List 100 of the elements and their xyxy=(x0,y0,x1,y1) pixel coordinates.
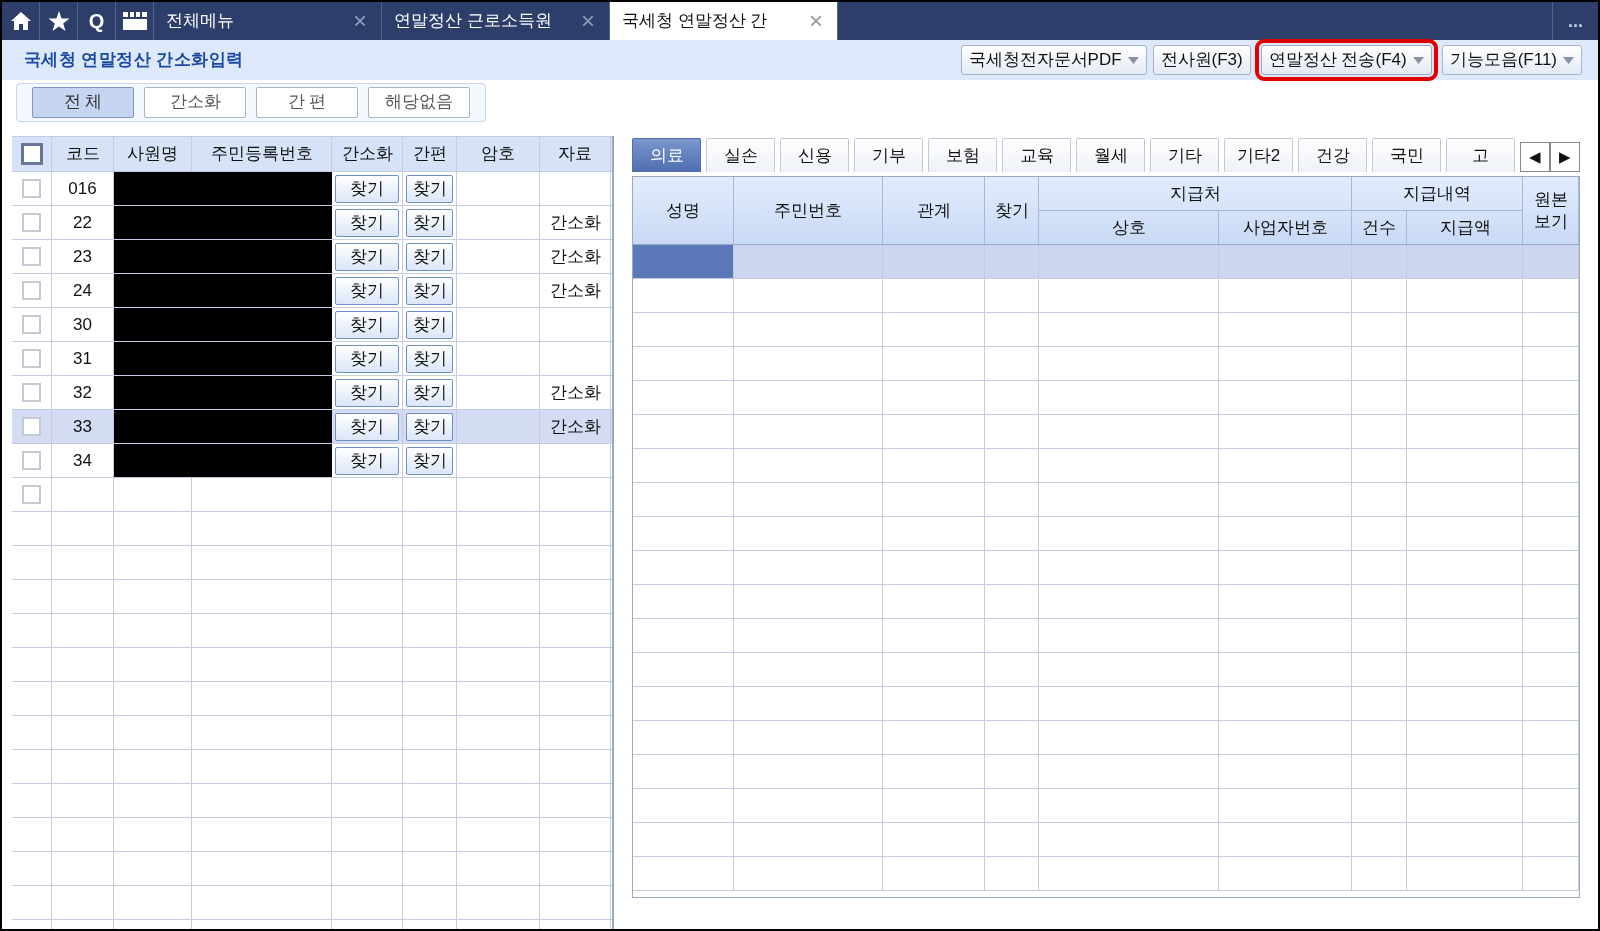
category-tab[interactable]: 기타 xyxy=(1150,138,1219,172)
category-tab[interactable]: 고 xyxy=(1446,138,1515,172)
column-header: 자료 xyxy=(558,143,592,166)
checkbox[interactable] xyxy=(22,417,41,436)
table-cell-text: 23 xyxy=(73,245,92,268)
table-cell-text: 30 xyxy=(73,313,92,336)
tab-label: 연말정산 근로소득원 xyxy=(394,10,552,33)
scroll-arrow-button[interactable]: ▶ xyxy=(1550,142,1580,172)
checkbox[interactable] xyxy=(22,315,41,334)
category-tab[interactable]: 실손 xyxy=(706,138,775,172)
column-header: 원본 보기 xyxy=(1533,188,1568,233)
home-icon[interactable] xyxy=(9,11,32,31)
caret-icon xyxy=(1412,56,1424,64)
find-button[interactable]: 찾기 xyxy=(406,242,453,271)
column-header: 지급액 xyxy=(1439,216,1491,239)
column-header: 사업자번호 xyxy=(1243,216,1328,239)
scroll-arrow-button[interactable]: ◀ xyxy=(1520,142,1550,172)
column-header: 찾기 xyxy=(994,199,1029,222)
category-tab[interactable]: 기부 xyxy=(854,138,923,172)
find-button[interactable]: 찾기 xyxy=(406,276,453,305)
filter-button[interactable]: 해당없음 xyxy=(368,86,470,118)
category-tab[interactable]: 교육 xyxy=(1002,138,1071,172)
find-button[interactable]: 찾기 xyxy=(335,310,399,339)
checkbox[interactable] xyxy=(22,349,41,368)
find-button[interactable]: 찾기 xyxy=(335,378,399,407)
category-tab[interactable]: 기타2 xyxy=(1224,138,1293,172)
close-icon[interactable]: × xyxy=(353,9,367,33)
checkbox[interactable] xyxy=(22,485,41,504)
find-button[interactable]: 찾기 xyxy=(335,174,399,203)
category-tab[interactable]: 국민 xyxy=(1372,138,1441,172)
star-icon[interactable] xyxy=(47,10,70,32)
table-cell-text: 31 xyxy=(73,347,92,370)
checkbox[interactable] xyxy=(22,451,41,470)
table-cell-text: 간소화 xyxy=(549,211,601,234)
table-row[interactable] xyxy=(633,245,1579,279)
checkbox[interactable] xyxy=(22,383,41,402)
table-row[interactable] xyxy=(12,478,612,512)
tab-label: 국세청 연말정산 간 xyxy=(622,10,768,33)
table-row[interactable]: 23 찾기 찾기 간소화 xyxy=(12,240,612,274)
table-row[interactable]: 32 찾기 찾기 간소화 xyxy=(12,376,612,410)
find-button[interactable]: 찾기 xyxy=(335,344,399,373)
table-row[interactable]: 31 찾기 찾기 xyxy=(12,342,612,376)
find-button[interactable]: 찾기 xyxy=(406,174,453,203)
clapper-icon[interactable] xyxy=(122,12,147,30)
find-button[interactable]: 찾기 xyxy=(335,446,399,475)
filter-button[interactable]: 전 체 xyxy=(32,86,134,118)
column-header: 간편 xyxy=(412,143,447,166)
table-cell-text: 32 xyxy=(73,381,92,404)
more-icon[interactable]: ... xyxy=(1568,7,1583,35)
column-header: 지급처 xyxy=(1169,182,1221,205)
find-button[interactable]: 찾기 xyxy=(335,208,399,237)
column-header: 주민등록번호 xyxy=(210,143,313,166)
toolbar-button[interactable]: 국세청전자문서PDF xyxy=(960,45,1147,75)
column-header: 상호 xyxy=(1111,216,1146,239)
table-cell-text: 간소화 xyxy=(549,381,601,404)
category-tab[interactable]: 보험 xyxy=(928,138,997,172)
table-cell-text: 간소화 xyxy=(549,415,601,438)
column-header: 성명 xyxy=(666,199,700,222)
page-title: 국세청 연말정산 간소화입력 xyxy=(24,49,244,72)
category-tab[interactable]: 신용 xyxy=(780,138,849,172)
filter-button[interactable]: 간 편 xyxy=(256,86,358,118)
checkbox[interactable] xyxy=(22,213,41,232)
column-header: 간소화 xyxy=(341,143,393,166)
find-button[interactable]: 찾기 xyxy=(406,208,453,237)
category-tab[interactable]: 건강 xyxy=(1298,138,1367,172)
find-button[interactable]: 찾기 xyxy=(335,276,399,305)
find-button[interactable]: 찾기 xyxy=(406,412,453,441)
table-row[interactable]: 30 찾기 찾기 xyxy=(12,308,612,342)
filter-button[interactable]: 간소화 xyxy=(144,86,246,118)
find-button[interactable]: 찾기 xyxy=(335,242,399,271)
table-cell-text: 간소화 xyxy=(549,279,601,302)
column-header: 지급내역 xyxy=(1403,182,1471,205)
column-header: 사원명 xyxy=(127,143,178,166)
caret-icon xyxy=(1563,56,1574,64)
find-button[interactable]: 찾기 xyxy=(406,310,453,339)
find-button[interactable]: 찾기 xyxy=(406,378,453,407)
table-row[interactable]: 34 찾기 찾기 xyxy=(12,444,612,478)
table-row[interactable]: 33 찾기 찾기 간소화 xyxy=(12,410,612,444)
table-row[interactable]: 22 찾기 찾기 간소화 xyxy=(12,206,612,240)
checkbox[interactable] xyxy=(20,143,43,165)
caret-icon xyxy=(1127,56,1139,64)
table-cell-text: 016 xyxy=(68,177,97,200)
table-cell-text: 34 xyxy=(73,449,92,472)
table-cell-text: 간소화 xyxy=(549,245,601,268)
search-icon[interactable]: Q xyxy=(88,6,105,36)
toolbar-button[interactable]: 기능모음(F11) xyxy=(1441,45,1582,75)
close-icon[interactable]: × xyxy=(581,9,595,33)
table-cell-text: 33 xyxy=(73,415,92,438)
toolbar-button[interactable]: 전사원(F3) xyxy=(1152,45,1251,75)
find-button[interactable]: 찾기 xyxy=(406,344,453,373)
category-tab[interactable]: 월세 xyxy=(1076,138,1145,172)
checkbox[interactable] xyxy=(22,179,41,198)
checkbox[interactable] xyxy=(22,281,41,300)
find-button[interactable]: 찾기 xyxy=(335,412,399,441)
table-row[interactable]: 016 찾기 찾기 xyxy=(12,172,612,206)
checkbox[interactable] xyxy=(22,247,41,266)
table-row[interactable]: 24 찾기 찾기 간소화 xyxy=(12,274,612,308)
find-button[interactable]: 찾기 xyxy=(406,446,453,475)
window-tab[interactable]: 국세청 연말정산 간 × xyxy=(610,2,838,40)
category-tab[interactable]: 의료 xyxy=(632,138,701,172)
